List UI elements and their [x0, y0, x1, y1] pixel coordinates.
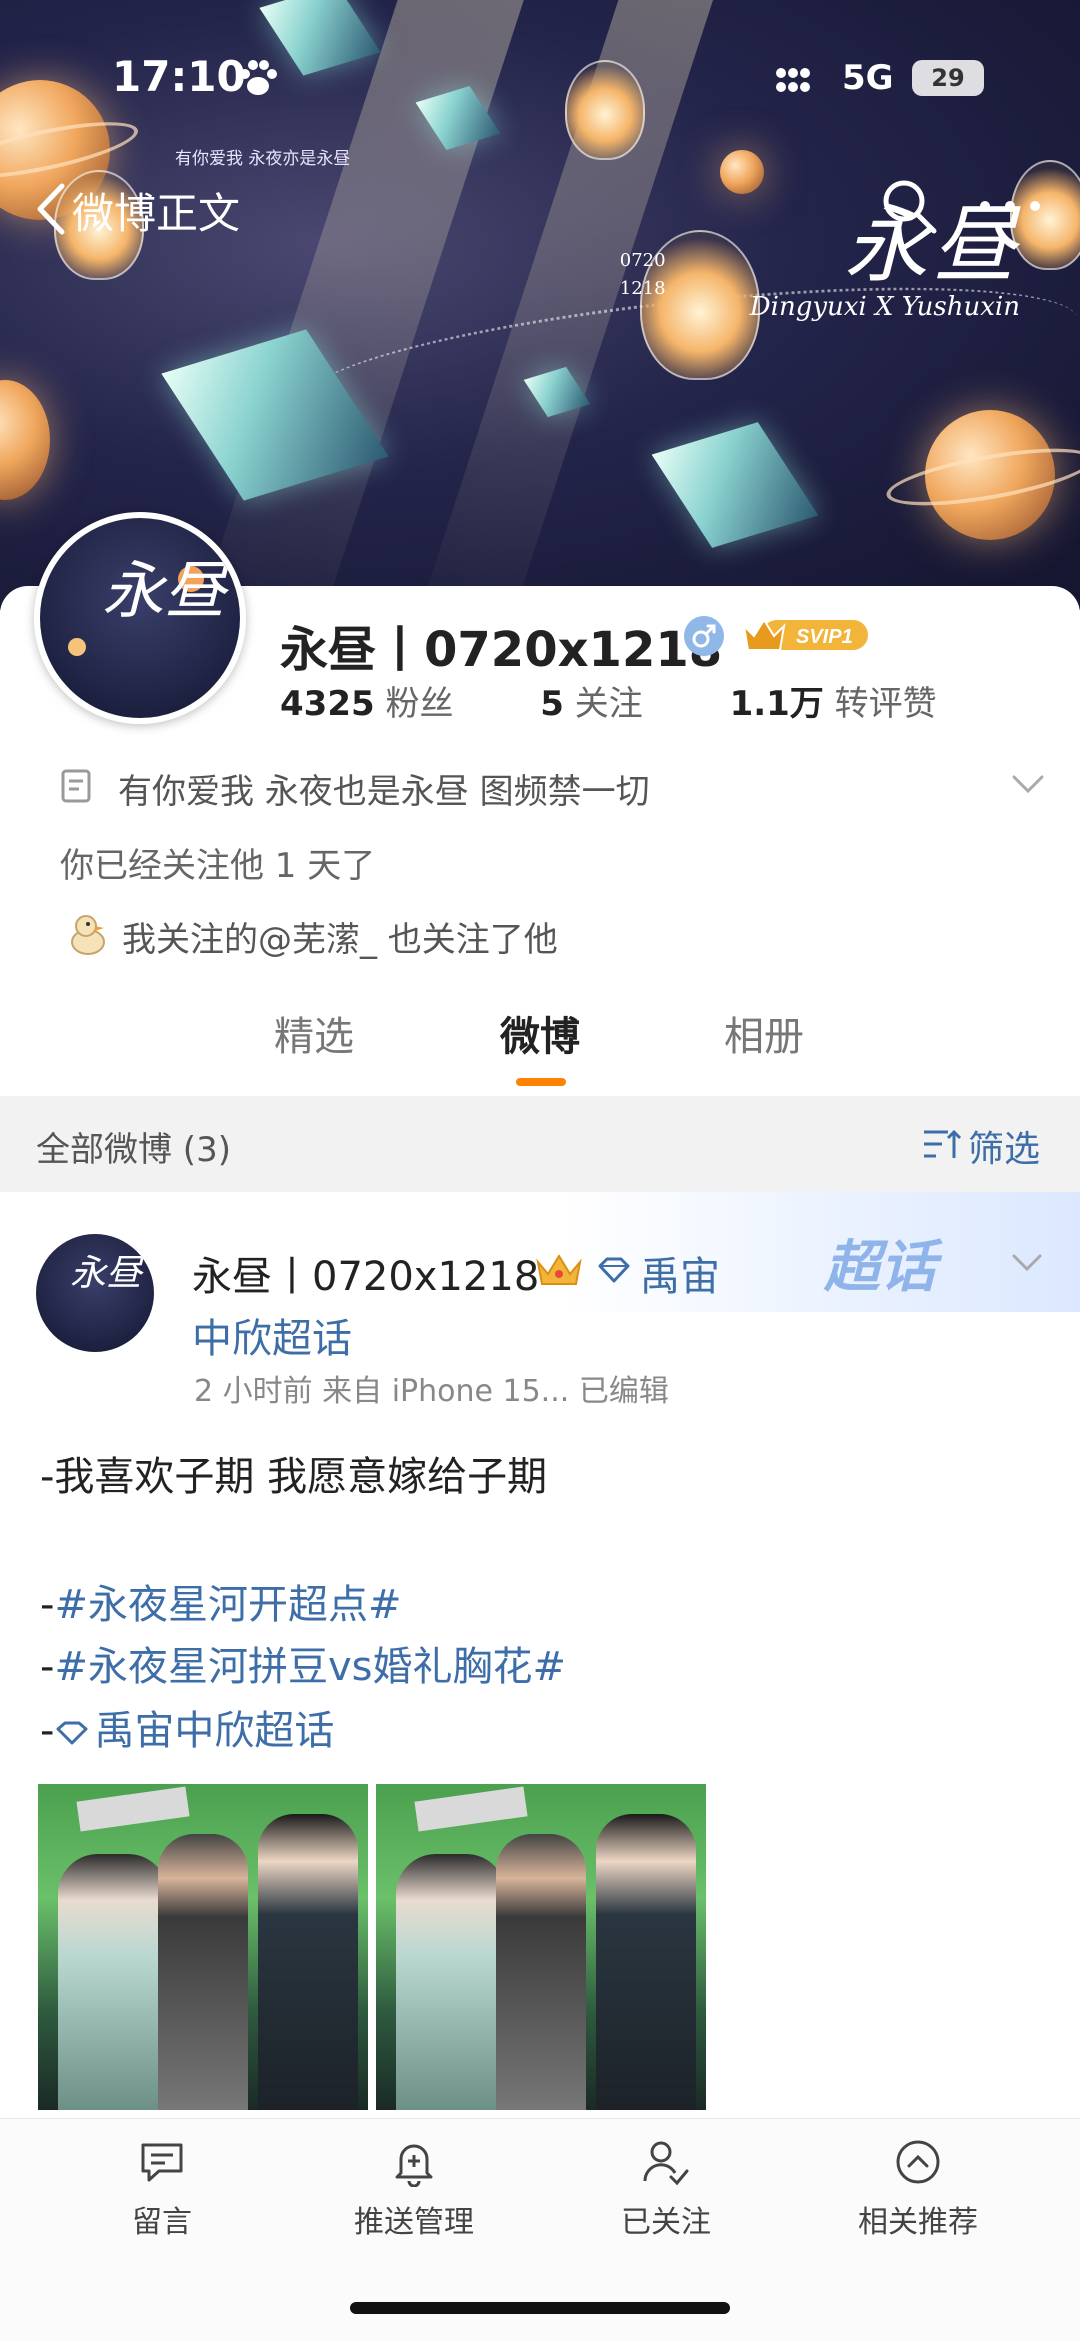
following-label: 已关注 [621, 2205, 711, 2240]
image-detail [258, 1814, 358, 2110]
fans-stat[interactable]: 4325 粉丝 [280, 684, 491, 724]
profile-bio: 有你爱我 永夜也是永昼 图频禁一切 [118, 772, 650, 812]
user-check-icon [643, 2141, 689, 2186]
image-detail [158, 1834, 248, 2110]
hashtag-link[interactable]: #永夜星河开超点# [54, 1582, 401, 1628]
following-button[interactable]: 已关注 [566, 2137, 766, 2241]
following-label: 关注 [574, 684, 643, 724]
image-detail [414, 1786, 528, 1832]
active-tab-indicator [516, 1078, 566, 1086]
super-topic-badge: 超话 [824, 1235, 936, 1300]
diamond-icon [56, 1721, 88, 1745]
profile-avatar[interactable]: 永昼 [34, 512, 246, 724]
super-topic-link[interactable]: 中欣超话 [192, 1306, 352, 1364]
comment-label: 留言 [132, 2205, 192, 2240]
back-arrow-icon[interactable] [32, 182, 72, 236]
cube-decoration [651, 422, 819, 548]
document-icon [61, 769, 91, 803]
post-author-avatar[interactable]: 永昼 [36, 1234, 154, 1352]
avatar-text: 永昼 [70, 1253, 143, 1294]
post-count-label: 全部微博 (3) [36, 1130, 231, 1170]
profile-name: 永昼丨0720x1218 [280, 622, 723, 678]
comment-icon [141, 2143, 183, 2182]
post-text-line: - 禹宙中欣超话 [40, 1698, 334, 1756]
chevron-down-icon[interactable] [1010, 1252, 1044, 1274]
post-text-line: -#永夜星河拼豆vs婚礼胸花# [40, 1634, 566, 1692]
push-settings-button[interactable]: 推送管理 [314, 2137, 514, 2241]
filter-button[interactable]: 筛选 [968, 1120, 1040, 1172]
follow-duration: 你已经关注他 1 天了 [60, 846, 376, 886]
planet-decoration [720, 150, 764, 194]
filter-bar: 全部微博 (3) 筛选 [0, 1096, 1080, 1192]
svip-badge-text: SVIP1 [796, 626, 853, 648]
image-detail [596, 1814, 696, 2110]
likes-count: 1.1万 [729, 684, 824, 724]
fans-label: 粉丝 [385, 684, 454, 724]
banner-date: 0720 [619, 250, 666, 271]
paw-icon [240, 60, 277, 95]
dash-text: - [40, 1644, 55, 1690]
avatar-text: 永昼 [102, 554, 227, 627]
home-indicator[interactable] [350, 2302, 730, 2314]
likes-stat[interactable]: 1.1万 转评赞 [730, 684, 975, 724]
filter-icon[interactable] [922, 1126, 962, 1162]
signal-icon [776, 68, 810, 92]
related-recommend-button[interactable]: 相关推荐 [818, 2137, 1018, 2241]
related-recommend-label: 相关推荐 [858, 2205, 978, 2240]
diamond-icon [598, 1257, 630, 1283]
back-button-label[interactable]: 微博正文 [72, 180, 240, 241]
image-detail [58, 1854, 168, 2110]
chevron-down-icon[interactable] [1010, 772, 1046, 796]
image-detail [496, 1834, 586, 2110]
battery-indicator: 29 [912, 60, 984, 96]
profile-stats: 4325 粉丝 5 关注 1.1万 转评赞 [280, 676, 1013, 725]
post-image[interactable] [38, 1784, 368, 2110]
super-topic-banner[interactable]: 超话 [560, 1192, 1080, 1312]
crown-icon [536, 1254, 582, 1285]
push-settings-label: 推送管理 [354, 2205, 474, 2240]
banner-tagline: 有你爱我 永夜亦是永昼 [175, 149, 351, 169]
dash-text: - [40, 1582, 55, 1628]
image-detail [396, 1854, 506, 2110]
comment-button[interactable]: 留言 [62, 2137, 262, 2241]
banner-subtitle: Dingyuxi X Yushuxin [749, 292, 1020, 322]
post-image[interactable] [376, 1784, 706, 2110]
search-icon[interactable] [878, 175, 940, 237]
post-text-line: -我喜欢子期 我愿意嫁给子期 [40, 1454, 548, 1500]
following-count: 5 [540, 684, 564, 724]
bell-plus-icon [395, 2144, 433, 2187]
svip-badge-icon[interactable]: SVIP1 [740, 612, 872, 658]
mutual-follow-text[interactable]: 我关注的@芜潆_ 也关注了他 [122, 912, 558, 961]
tab-weibo[interactable]: 微博 [500, 1004, 580, 1062]
tab-featured[interactable]: 精选 [274, 1004, 354, 1062]
post-meta: 2 小时前 来自 iPhone 15... 已编辑 [194, 1374, 669, 1409]
hashtag-link[interactable]: #永夜星河拼豆vs婚礼胸花# [54, 1644, 566, 1690]
lightbulb-decoration [565, 60, 645, 160]
chevron-up-circle-icon [896, 2140, 940, 2184]
image-detail [76, 1786, 190, 1832]
post-text-line: -#永夜星河开超点# [40, 1572, 401, 1630]
post-author-name[interactable]: 永昼丨0720x1218 [192, 1244, 539, 1302]
following-stat[interactable]: 5 关注 [540, 684, 680, 724]
duck-icon [71, 915, 105, 955]
fans-count: 4325 [280, 684, 375, 724]
super-topic-link[interactable]: 禹宙 [640, 1244, 720, 1302]
more-icon[interactable] [975, 196, 1065, 216]
dash-text: - [40, 1708, 55, 1754]
avatar-decoration [68, 638, 86, 656]
likes-label: 转评赞 [834, 684, 937, 724]
planet-decoration [0, 380, 50, 500]
status-time: 17:10 [112, 52, 246, 101]
tab-album[interactable]: 相册 [724, 1004, 804, 1062]
banner-date: 1218 [619, 278, 666, 299]
network-type: 5G [842, 58, 894, 98]
super-topic-link[interactable]: 禹宙中欣超话 [94, 1708, 334, 1754]
male-gender-icon [684, 616, 724, 656]
